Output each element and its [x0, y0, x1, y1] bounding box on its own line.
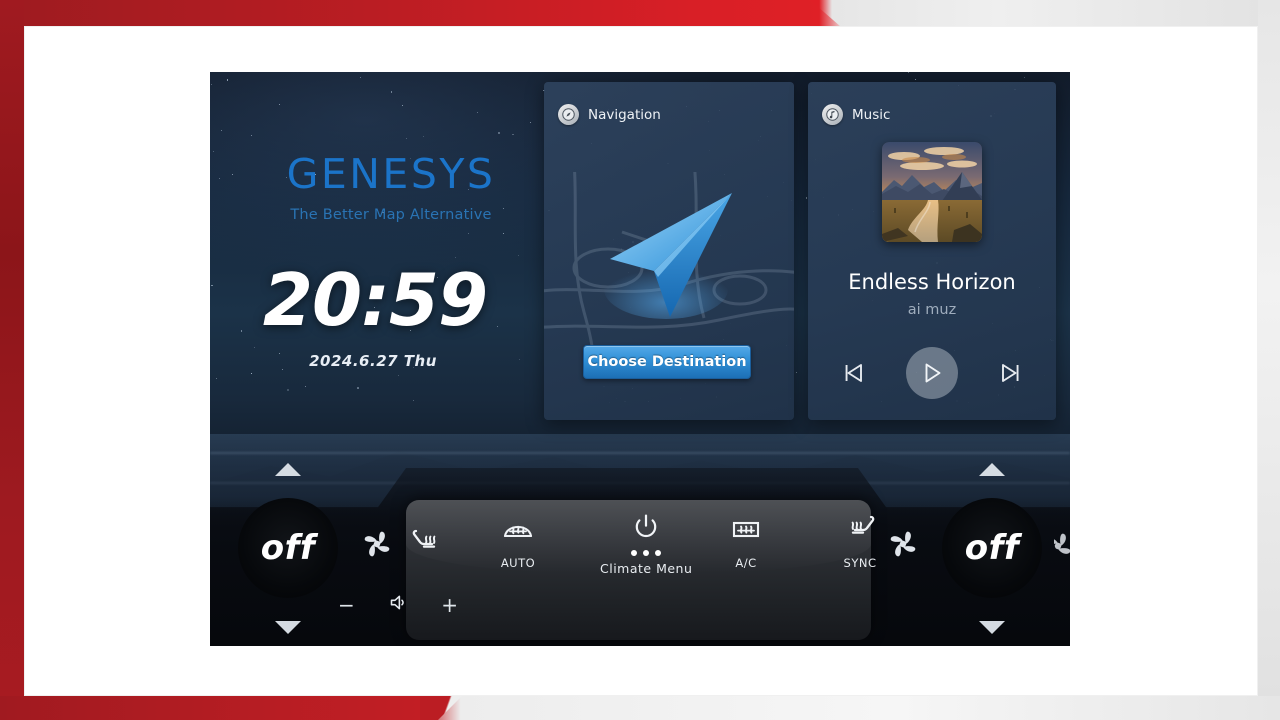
menu-dot	[643, 550, 650, 556]
speaker-icon[interactable]	[388, 592, 409, 618]
left-dial-value: off	[260, 528, 316, 568]
navigation-card-title: Navigation	[588, 106, 661, 123]
ac-toggle-button[interactable]: A/C	[728, 504, 764, 570]
edge-fan-icon[interactable]	[1045, 529, 1070, 568]
left-fan-icon[interactable]	[360, 527, 394, 566]
right-fan-icon[interactable]	[886, 527, 920, 566]
rear-defrost-icon	[500, 504, 536, 544]
right-temperature-dial[interactable]: off	[941, 497, 1043, 599]
climate-menu-label: Climate Menu	[600, 561, 693, 576]
front-defrost-icon	[728, 504, 764, 544]
left-temperature-dial[interactable]: off	[237, 497, 339, 599]
music-card-title: Music	[852, 106, 891, 123]
frame-bottom-bar	[0, 696, 1280, 720]
clock-date: 2024.6.27 Thu	[309, 352, 437, 370]
clock-time: 20:59	[262, 258, 488, 342]
right-temp-up-arrow[interactable]	[979, 463, 1005, 476]
passenger-seat-heater-icon	[843, 504, 877, 544]
driver-seat-heater-button[interactable]	[410, 518, 444, 570]
next-track-icon[interactable]	[996, 359, 1024, 387]
right-temp-down-arrow[interactable]	[979, 621, 1005, 634]
climate-control-bar: off off − + AUTO Climate Menu A/C SYNC	[210, 431, 1070, 646]
previous-track-icon[interactable]	[840, 359, 868, 387]
volume-down-button[interactable]: −	[338, 595, 355, 615]
left-temp-up-arrow[interactable]	[275, 463, 301, 476]
compass-icon	[558, 104, 579, 125]
choose-destination-button[interactable]: Choose Destination	[583, 345, 751, 379]
ac-toggle-label: A/C	[735, 556, 757, 570]
home-info-column: GENESYS The Better Map Alternative 20:59…	[210, 72, 540, 432]
frame-left-bar	[0, 0, 24, 720]
brand-block: GENESYS The Better Map Alternative	[266, 150, 516, 224]
right-dial-value: off	[964, 528, 1020, 568]
auto-climate-label: AUTO	[500, 556, 536, 570]
music-note-icon	[822, 104, 843, 125]
music-card-header: Music	[822, 104, 890, 125]
auto-climate-button[interactable]: AUTO	[500, 504, 536, 570]
album-art	[882, 142, 982, 242]
seat-heater-icon	[410, 518, 444, 558]
navigation-card-header: Navigation	[558, 104, 661, 125]
left-temp-down-arrow[interactable]	[275, 621, 301, 634]
volume-controls: − +	[338, 592, 458, 618]
brand-logo: GENESYS	[286, 150, 496, 198]
climate-menu-dots	[631, 550, 662, 556]
volume-up-button[interactable]: +	[441, 595, 458, 615]
music-card[interactable]: Music Endless Horizon ai muz	[808, 82, 1056, 420]
sync-toggle-label: SYNC	[843, 556, 877, 570]
media-controls	[808, 347, 1056, 399]
power-icon	[631, 502, 661, 542]
track-title: Endless Horizon	[848, 270, 1016, 294]
menu-dot	[655, 550, 662, 556]
infotainment-screen: GENESYS The Better Map Alternative 20:59…	[210, 72, 1070, 646]
sync-toggle-button[interactable]: SYNC	[843, 504, 877, 570]
frame-right-bar	[1258, 0, 1280, 720]
brand-tagline: The Better Map Alternative	[290, 207, 492, 223]
track-artist: ai muz	[907, 302, 957, 318]
play-icon[interactable]	[906, 347, 958, 399]
navigation-card[interactable]: Navigation Choose Destination	[544, 82, 794, 420]
menu-dot	[631, 550, 638, 556]
navigation-cursor-arrow	[604, 193, 732, 319]
climate-menu-button[interactable]: Climate Menu	[600, 502, 692, 576]
